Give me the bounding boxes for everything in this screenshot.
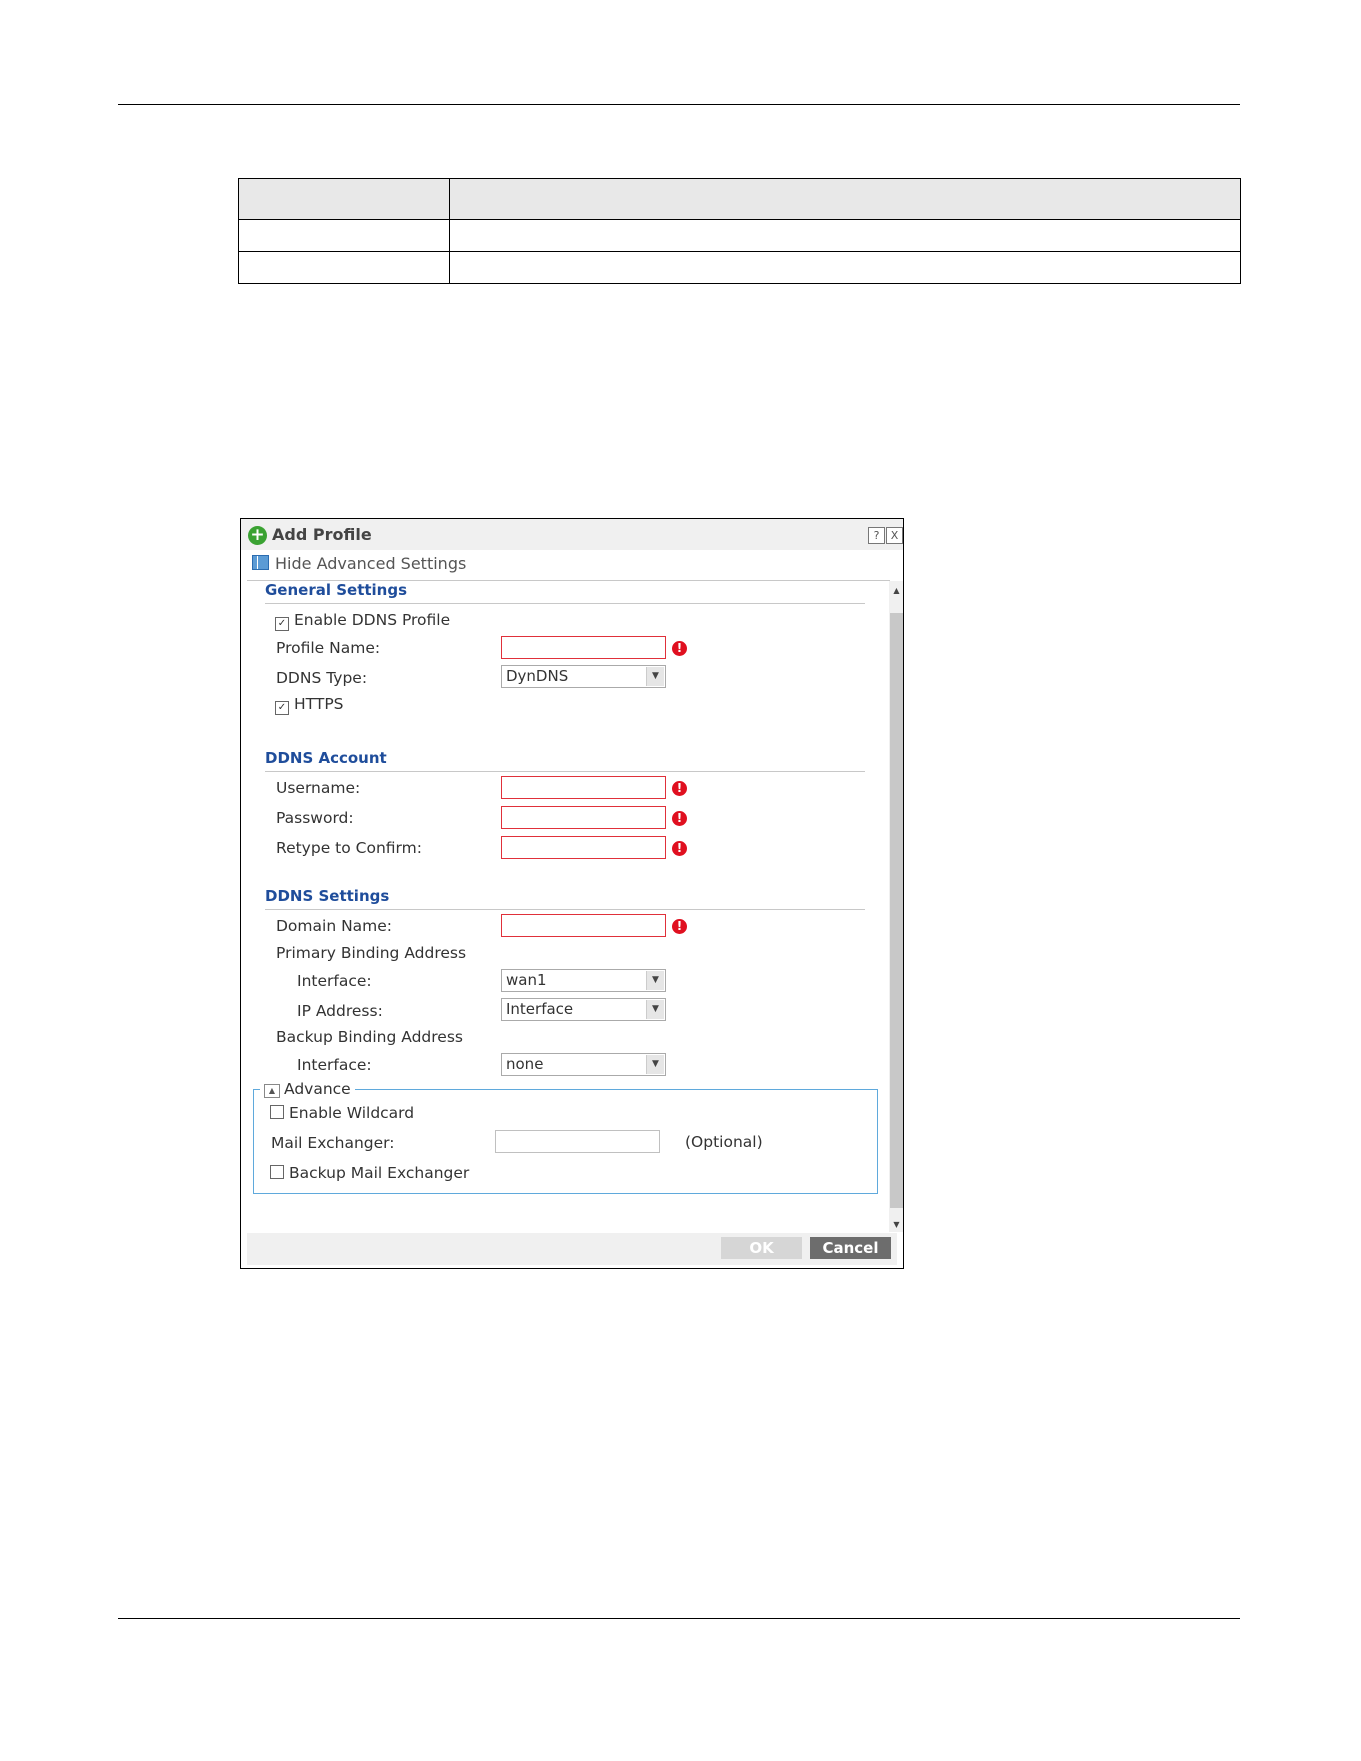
https-checkbox[interactable]: ✓ HTTPS (275, 695, 344, 715)
ddns-settings-title: DDNS Settings (265, 887, 390, 905)
profile-name-label: Profile Name: (276, 639, 381, 657)
username-input[interactable] (501, 776, 666, 799)
collapse-up-icon[interactable]: ▲ (264, 1084, 280, 1098)
table-cell (449, 219, 1241, 252)
backup-interface-label: Interface: (297, 1056, 372, 1074)
checkbox-checked[interactable]: ✓ (275, 701, 289, 715)
table-header-row (238, 178, 1241, 220)
add-icon: + (248, 526, 267, 545)
password-label: Password: (276, 809, 354, 827)
ddns-type-value: DynDNS (506, 667, 569, 685)
table-row (238, 251, 1241, 284)
advance-fieldset: ▲ Advance Enable Wildcard Mail Exchanger:… (253, 1080, 878, 1194)
password-input[interactable] (501, 806, 666, 829)
cancel-button[interactable]: Cancel (810, 1237, 891, 1259)
table-row (238, 219, 1241, 252)
profile-name-input[interactable] (501, 636, 666, 659)
primary-interface-label: Interface: (297, 972, 372, 990)
backup-mail-exchanger-checkbox[interactable]: Backup Mail Exchanger (270, 1164, 469, 1182)
enable-ddns-profile-label: Enable DDNS Profile (294, 611, 451, 629)
required-warning-icon: ! (672, 781, 687, 796)
required-warning-icon: ! (672, 919, 687, 934)
chevron-down-icon: ▼ (646, 667, 664, 686)
scroll-down-icon[interactable]: ▼ (889, 1218, 903, 1232)
hide-advanced-settings-link[interactable]: Hide Advanced Settings (252, 554, 466, 573)
retype-confirm-input[interactable] (501, 836, 666, 859)
ip-address-value: Interface (506, 1000, 574, 1018)
section-divider (265, 909, 865, 910)
ip-address-label: IP Address: (297, 1002, 383, 1020)
dialog-footer: OK Cancel (247, 1233, 897, 1265)
dialog-content: General Settings ✓ Enable DDNS Profile Pr… (247, 580, 903, 1233)
enable-wildcard-checkbox[interactable]: Enable Wildcard (270, 1104, 414, 1122)
primary-interface-value: wan1 (506, 971, 547, 989)
add-profile-dialog: + Add Profile ? X Hide Advanced Settings… (240, 518, 904, 1269)
backup-interface-value: none (506, 1055, 544, 1073)
domain-name-label: Domain Name: (276, 917, 393, 935)
ddns-type-select[interactable]: DynDNS ▼ (501, 665, 666, 688)
ok-button[interactable]: OK (721, 1237, 802, 1259)
dialog-title: Add Profile (272, 525, 372, 544)
mail-exchanger-input[interactable] (495, 1130, 660, 1153)
backup-binding-address-label: Backup Binding Address (276, 1028, 463, 1046)
table-cell (238, 219, 450, 252)
table-icon (252, 555, 269, 570)
domain-name-input[interactable] (501, 914, 666, 937)
https-label: HTTPS (294, 695, 344, 713)
checkbox-checked[interactable]: ✓ (275, 617, 289, 631)
primary-binding-address-label: Primary Binding Address (276, 944, 467, 962)
table-cell (238, 251, 450, 284)
scroll-up-icon[interactable]: ▲ (889, 584, 903, 598)
backup-interface-select[interactable]: none ▼ (501, 1053, 666, 1076)
general-settings-title: General Settings (265, 581, 408, 599)
section-divider (265, 771, 865, 772)
help-button[interactable]: ? (868, 527, 885, 544)
document-table (238, 178, 1241, 284)
required-warning-icon: ! (672, 841, 687, 856)
enable-wildcard-label: Enable Wildcard (289, 1104, 415, 1122)
username-label: Username: (276, 779, 361, 797)
checkbox-unchecked[interactable] (270, 1165, 284, 1179)
required-warning-icon: ! (672, 641, 687, 656)
table-cell (449, 251, 1241, 284)
advance-toggle[interactable]: ▲ Advance (260, 1080, 355, 1098)
table-header-cell (449, 178, 1241, 220)
close-button[interactable]: X (886, 527, 903, 544)
header-rule (118, 104, 1240, 105)
chevron-down-icon: ▼ (646, 971, 664, 990)
checkbox-unchecked[interactable] (270, 1105, 284, 1119)
dialog-titlebar: + Add Profile ? X (241, 519, 903, 550)
chevron-down-icon: ▼ (646, 1000, 664, 1019)
advance-title: Advance (284, 1080, 351, 1098)
ip-address-select[interactable]: Interface ▼ (501, 998, 666, 1021)
vertical-scrollbar[interactable]: ▲ ▼ (889, 581, 903, 1232)
chevron-down-icon: ▼ (646, 1055, 664, 1074)
table-header-cell (238, 178, 450, 220)
primary-interface-select[interactable]: wan1 ▼ (501, 969, 666, 992)
scroll-thumb[interactable] (890, 613, 903, 1208)
retype-confirm-label: Retype to Confirm: (276, 839, 422, 857)
ddns-type-label: DDNS Type: (276, 669, 368, 687)
footer-rule (118, 1618, 1240, 1619)
section-divider (265, 603, 865, 604)
mail-exchanger-label: Mail Exchanger: (271, 1134, 395, 1152)
hide-advanced-label: Hide Advanced Settings (275, 554, 467, 573)
backup-mail-exchanger-label: Backup Mail Exchanger (289, 1164, 470, 1182)
optional-hint: (Optional) (685, 1133, 763, 1151)
enable-ddns-profile-checkbox[interactable]: ✓ Enable DDNS Profile (275, 611, 450, 631)
required-warning-icon: ! (672, 811, 687, 826)
ddns-account-title: DDNS Account (265, 749, 387, 767)
